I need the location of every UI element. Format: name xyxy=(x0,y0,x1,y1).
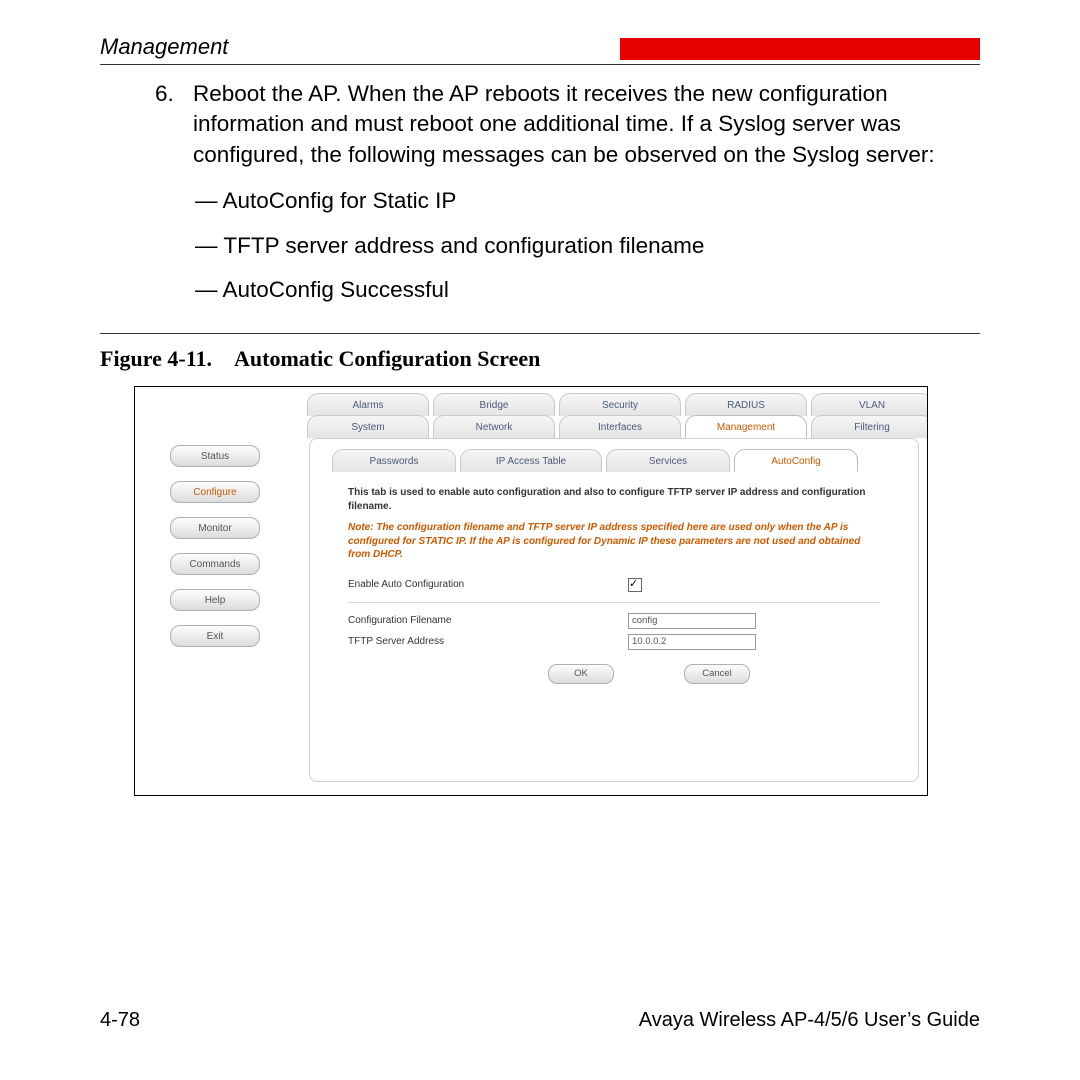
subtab-row: Passwords IP Access Table Services AutoC… xyxy=(332,449,918,472)
input-config-filename[interactable]: config xyxy=(628,613,756,629)
figure-title: Automatic Configuration Screen xyxy=(234,346,540,371)
sidebar-item-help[interactable]: Help xyxy=(170,589,260,611)
management-panel: Passwords IP Access Table Services AutoC… xyxy=(309,438,919,782)
bullet-tftp: — TFTP server address and configuration … xyxy=(195,231,980,261)
tab-row-top: Alarms Bridge Security RADIUS VLAN xyxy=(307,393,928,416)
label-config-filename: Configuration Filename xyxy=(348,615,628,626)
figure-separator xyxy=(100,333,980,334)
figure-caption: Figure 4-11. Automatic Configuration Scre… xyxy=(100,346,980,372)
subtab-passwords[interactable]: Passwords xyxy=(332,449,456,472)
sidebar-item-exit[interactable]: Exit xyxy=(170,625,260,647)
tab-radius[interactable]: RADIUS xyxy=(685,393,807,416)
ok-button[interactable]: OK xyxy=(548,664,614,684)
sidebar: Status Configure Monitor Commands Help E… xyxy=(135,387,295,795)
tab-management[interactable]: Management xyxy=(685,415,807,438)
tab-security[interactable]: Security xyxy=(559,393,681,416)
screenshot-autoconfig: Status Configure Monitor Commands Help E… xyxy=(134,386,928,796)
label-tftp-address: TFTP Server Address xyxy=(348,636,628,647)
tab-vlan[interactable]: VLAN xyxy=(811,393,928,416)
label-enable-autoconfig: Enable Auto Configuration xyxy=(348,579,628,590)
tab-system[interactable]: System xyxy=(307,415,429,438)
tab-interfaces[interactable]: Interfaces xyxy=(559,415,681,438)
input-tftp-address[interactable]: 10.0.0.2 xyxy=(628,634,756,650)
sidebar-item-configure[interactable]: Configure xyxy=(170,481,260,503)
subtab-services[interactable]: Services xyxy=(606,449,730,472)
step-number: 6. xyxy=(155,79,193,170)
step-6: 6. Reboot the AP. When the AP reboots it… xyxy=(155,79,980,170)
panel-description: This tab is used to enable auto configur… xyxy=(348,486,880,513)
tab-row-bottom: System Network Interfaces Management Fil… xyxy=(307,415,928,438)
book-title: Avaya Wireless AP-4/5/6 User’s Guide xyxy=(639,1009,980,1032)
cancel-button[interactable]: Cancel xyxy=(684,664,750,684)
bullet-autoconfig-staticip: — AutoConfig for Static IP xyxy=(195,186,980,216)
header-rule xyxy=(100,64,980,65)
header-accent-bar xyxy=(620,38,980,60)
bullet-autoconfig-success: — AutoConfig Successful xyxy=(195,275,980,305)
figure-label: Figure 4-11. xyxy=(100,346,212,371)
form-divider xyxy=(348,602,880,603)
tab-bridge[interactable]: Bridge xyxy=(433,393,555,416)
sidebar-item-monitor[interactable]: Monitor xyxy=(170,517,260,539)
tab-network[interactable]: Network xyxy=(433,415,555,438)
section-title: Management xyxy=(100,34,228,60)
sidebar-item-commands[interactable]: Commands xyxy=(170,553,260,575)
sidebar-item-status[interactable]: Status xyxy=(170,445,260,467)
tab-alarms[interactable]: Alarms xyxy=(307,393,429,416)
subtab-ip-access-table[interactable]: IP Access Table xyxy=(460,449,602,472)
tab-filtering[interactable]: Filtering xyxy=(811,415,928,438)
step-paragraph: Reboot the AP. When the AP reboots it re… xyxy=(193,79,980,170)
checkbox-enable-autoconfig[interactable] xyxy=(628,578,642,592)
subtab-autoconfig[interactable]: AutoConfig xyxy=(734,449,858,472)
panel-note: Note: The configuration filename and TFT… xyxy=(348,521,880,562)
page-number: 4-78 xyxy=(100,1009,140,1032)
